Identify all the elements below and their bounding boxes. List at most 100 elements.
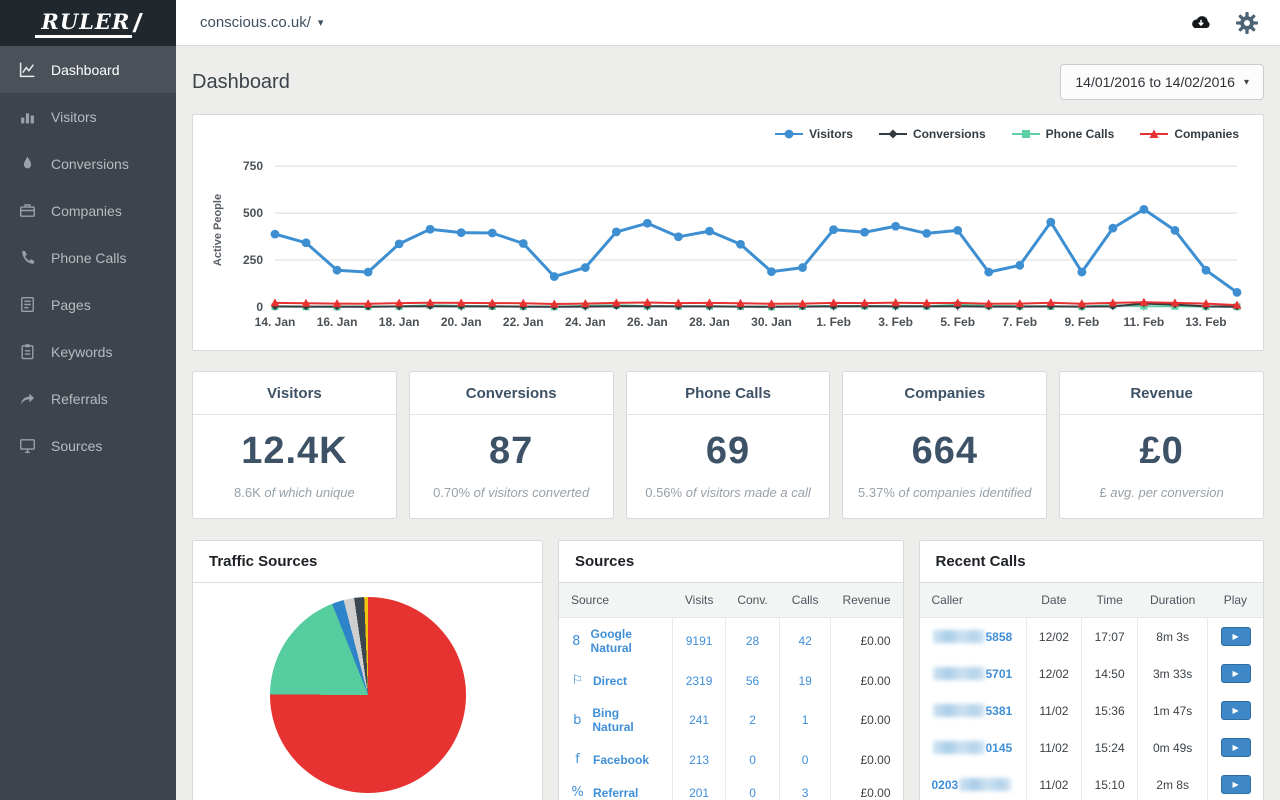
- caller-link[interactable]: 0203: [932, 778, 1014, 792]
- table-row: fFacebook21300£0.00: [559, 743, 903, 776]
- play-button[interactable]: ▶: [1221, 701, 1251, 720]
- visits-value[interactable]: 213: [689, 753, 709, 767]
- svg-text:5. Feb: 5. Feb: [940, 315, 975, 329]
- svg-text:16. Jan: 16. Jan: [317, 315, 358, 329]
- page-head: Dashboard 14/01/2016 to 14/02/2016 ▾: [192, 60, 1264, 104]
- droplet-icon: [19, 155, 36, 172]
- source-link[interactable]: ⚐Direct: [571, 673, 660, 688]
- sidebar-item-dashboard[interactable]: Dashboard: [0, 46, 176, 93]
- conversions-value[interactable]: 2: [749, 713, 756, 727]
- conversions-value[interactable]: 0: [749, 753, 756, 767]
- recent-calls-table: CallerDateTimeDurationPlay 585812/0217:0…: [920, 583, 1264, 800]
- line-chart: 0250500750Active People14. Jan16. Jan18.…: [207, 145, 1249, 346]
- conversions-value[interactable]: 28: [746, 634, 759, 648]
- source-name: Google Natural: [591, 627, 661, 655]
- sidebar-item-pages[interactable]: Pages: [0, 281, 176, 328]
- sidebar-item-keywords[interactable]: Keywords: [0, 328, 176, 375]
- revenue-value: £0.00: [830, 618, 902, 665]
- active-people-chart-panel: VisitorsConversionsPhone CallsCompanies …: [192, 114, 1264, 351]
- caller-link[interactable]: 0145: [932, 741, 1014, 755]
- source-link[interactable]: fFacebook: [571, 752, 660, 767]
- sidebar-item-phone-calls[interactable]: Phone Calls: [0, 234, 176, 281]
- conversions-value[interactable]: 0: [749, 786, 756, 800]
- visits-value[interactable]: 241: [689, 713, 709, 727]
- redacted-digits: [933, 667, 985, 680]
- svg-text:500: 500: [243, 206, 263, 220]
- stat-card-conversions: Conversions870.70% of visitors converted: [409, 371, 614, 519]
- sidebar-item-label: Sources: [51, 438, 102, 454]
- stat-card-companies: Companies6645.37% of companies identifie…: [842, 371, 1047, 519]
- column-header: Calls: [780, 583, 831, 618]
- sidebar-item-visitors[interactable]: Visitors: [0, 93, 176, 140]
- svg-text:Active People: Active People: [212, 194, 224, 266]
- legend-item-companies[interactable]: Companies: [1140, 127, 1239, 141]
- legend-label: Conversions: [913, 127, 986, 141]
- table-row: 538111/0215:361m 47s▶: [920, 692, 1264, 729]
- caller-link[interactable]: 5858: [932, 630, 1014, 644]
- svg-text:28. Jan: 28. Jan: [689, 315, 730, 329]
- call-time: 15:24: [1082, 729, 1138, 766]
- play-button[interactable]: ▶: [1221, 775, 1251, 794]
- play-icon: ▶: [1233, 669, 1239, 678]
- legend-item-visitors[interactable]: Visitors: [775, 127, 853, 141]
- call-time: 15:10: [1082, 766, 1138, 800]
- content: Dashboard 14/01/2016 to 14/02/2016 ▾ Vis…: [176, 46, 1280, 800]
- svg-text:1. Feb: 1. Feb: [816, 315, 851, 329]
- visits-value[interactable]: 9191: [686, 634, 713, 648]
- play-button[interactable]: ▶: [1221, 664, 1251, 683]
- calls-value[interactable]: 42: [798, 634, 811, 648]
- play-icon: ▶: [1233, 632, 1239, 641]
- caller-link[interactable]: 5701: [932, 667, 1014, 681]
- table-row: 020311/0215:102m 8s▶: [920, 766, 1264, 800]
- play-button[interactable]: ▶: [1221, 738, 1251, 757]
- sidebar-item-sources[interactable]: Sources: [0, 422, 176, 469]
- caller-digits: 5701: [986, 667, 1013, 681]
- legend-label: Companies: [1174, 127, 1239, 141]
- calls-value[interactable]: 3: [802, 786, 809, 800]
- caller-link[interactable]: 5381: [932, 704, 1014, 718]
- stat-note-value: 8.6K: [234, 485, 261, 500]
- source-link[interactable]: bBing Natural: [571, 706, 660, 734]
- calls-value[interactable]: 19: [798, 674, 811, 688]
- topbar: conscious.co.uk/ ▾: [176, 0, 1280, 46]
- calls-value[interactable]: 0: [802, 753, 809, 767]
- main-column: conscious.co.uk/ ▾ Dashboard 14/01/2016 …: [176, 0, 1280, 800]
- svg-text:14. Jan: 14. Jan: [255, 315, 296, 329]
- sources-table-header: SourceVisitsConv.CallsRevenue: [559, 583, 903, 618]
- legend-item-conversions[interactable]: Conversions: [879, 127, 986, 141]
- page-title: Dashboard: [192, 71, 290, 94]
- play-button[interactable]: ▶: [1221, 627, 1251, 646]
- visits-value[interactable]: 201: [689, 786, 709, 800]
- column-header: Source: [559, 583, 673, 618]
- google-icon: 8: [571, 634, 582, 649]
- sources-panel: Sources SourceVisitsConv.CallsRevenue 8G…: [558, 540, 904, 800]
- gear-icon[interactable]: [1236, 12, 1258, 34]
- sidebar-item-conversions[interactable]: Conversions: [0, 140, 176, 187]
- svg-text:3. Feb: 3. Feb: [878, 315, 913, 329]
- ruler-logo[interactable]: RULER/: [0, 0, 176, 46]
- source-link[interactable]: 8 Google Natural: [571, 627, 660, 655]
- stat-value: 12.4K: [199, 430, 390, 473]
- sidebar-item-referrals[interactable]: Referrals: [0, 375, 176, 422]
- cloud-download-icon[interactable]: [1190, 12, 1212, 34]
- logo-slash-icon: /: [133, 8, 140, 39]
- stat-body: £0£ avg. per conversion: [1060, 415, 1263, 518]
- table-row: 585812/0217:078m 3s▶: [920, 618, 1264, 656]
- column-header: Date: [1026, 583, 1082, 618]
- stat-title: Conversions: [410, 372, 613, 415]
- sidebar-item-companies[interactable]: Companies: [0, 187, 176, 234]
- table-row: bBing Natural24121£0.00: [559, 697, 903, 743]
- call-date: 11/02: [1026, 729, 1082, 766]
- date-range-picker[interactable]: 14/01/2016 to 14/02/2016 ▾: [1060, 64, 1264, 100]
- date-range-label: 14/01/2016 to 14/02/2016: [1075, 74, 1235, 90]
- recent-calls-table-header: CallerDateTimeDurationPlay: [920, 583, 1264, 618]
- calls-value[interactable]: 1: [802, 713, 809, 727]
- conversions-value[interactable]: 56: [746, 674, 759, 688]
- stat-note-value: 5.37%: [858, 485, 895, 500]
- legend-item-phone-calls[interactable]: Phone Calls: [1012, 127, 1115, 141]
- visits-value[interactable]: 2319: [686, 674, 713, 688]
- source-link[interactable]: %Referral: [571, 785, 660, 800]
- stat-note: 5.37% of companies identified: [849, 485, 1040, 500]
- phone-icon: [19, 249, 36, 266]
- site-selector-dropdown[interactable]: conscious.co.uk/ ▾: [200, 14, 323, 31]
